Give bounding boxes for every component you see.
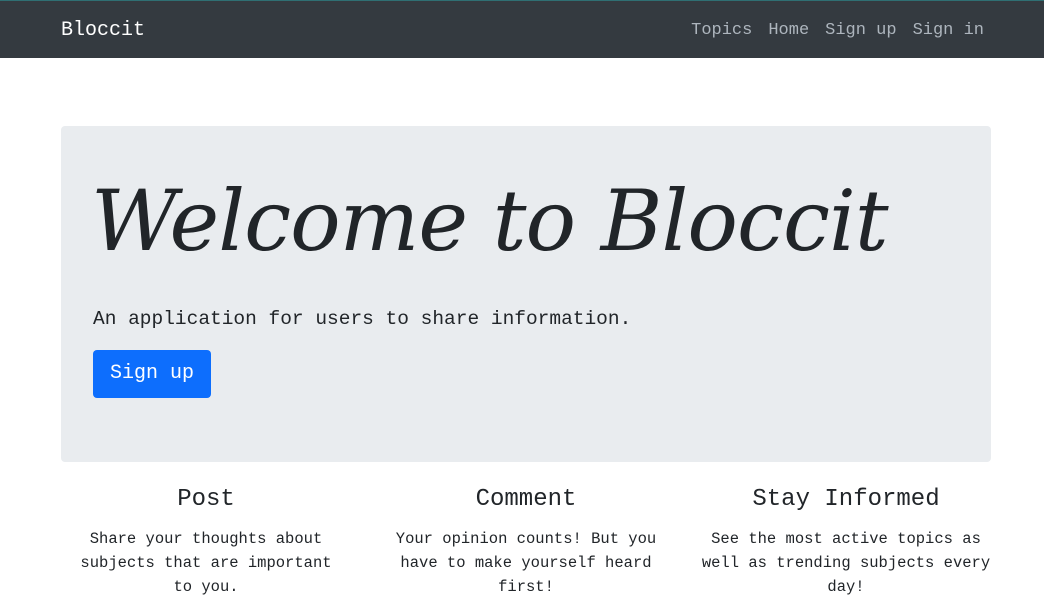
feature-comment: Comment Your opinion counts! But you hav…: [376, 484, 676, 599]
brand-link[interactable]: Bloccit: [61, 19, 145, 43]
hero-title: Welcome to Bloccit: [91, 172, 889, 270]
nav-link-topics[interactable]: Topics: [691, 21, 752, 41]
feature-stay-informed: Stay Informed See the most active topics…: [696, 484, 996, 599]
feature-text: See the most active topics as well as tr…: [701, 530, 991, 596]
hero-lead: An application for users to share inform…: [93, 308, 632, 330]
nav-links: Topics Home Sign up Sign in: [675, 21, 984, 41]
nav-link-sign-in[interactable]: Sign in: [913, 21, 984, 41]
feature-post: Post Share your thoughts about subjects …: [56, 484, 356, 599]
hero-sign-up-button[interactable]: Sign up: [93, 350, 211, 398]
feature-text: Your opinion counts! But you have to mak…: [395, 530, 657, 596]
navbar: Bloccit Topics Home Sign up Sign in: [0, 0, 1044, 58]
nav-link-sign-up[interactable]: Sign up: [825, 21, 896, 41]
feature-title: Comment: [475, 486, 577, 513]
feature-title: Post: [177, 486, 235, 513]
nav-link-home[interactable]: Home: [768, 21, 809, 41]
feature-text: Share your thoughts about subjects that …: [80, 530, 332, 596]
hero-jumbotron: Welcome to Bloccit An application for us…: [61, 126, 991, 462]
feature-title: Stay Informed: [752, 486, 940, 513]
